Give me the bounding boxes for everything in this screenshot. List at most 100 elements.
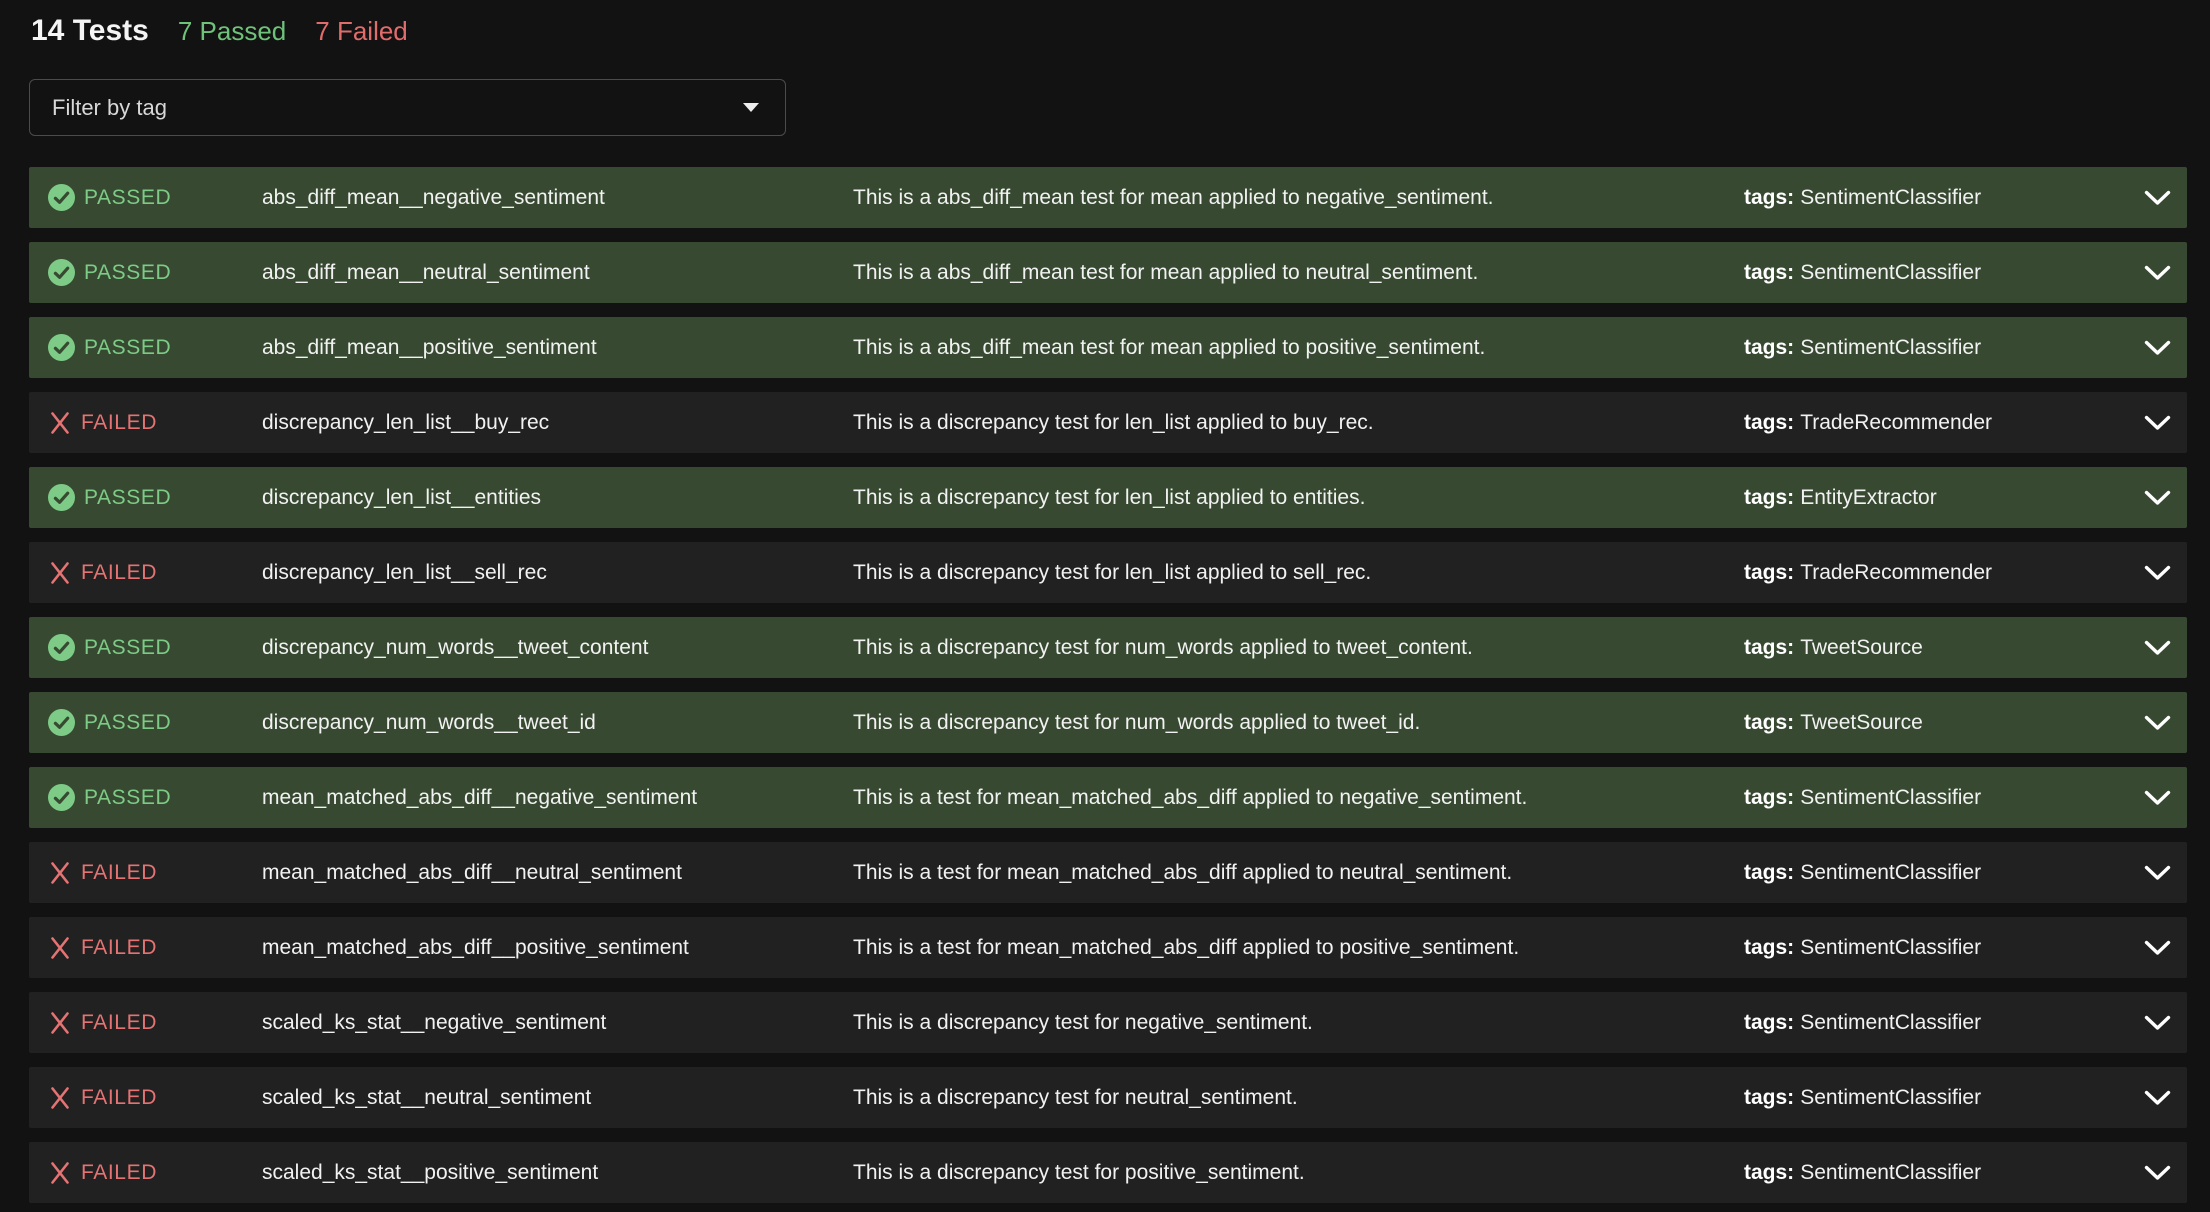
- test-status: FAILED: [48, 935, 262, 961]
- tag-value: SentimentClassifier: [1800, 336, 1981, 359]
- test-row[interactable]: PASSED abs_diff_mean__neutral_sentiment …: [29, 242, 2187, 303]
- test-row[interactable]: PASSED discrepancy_num_words__tweet_cont…: [29, 617, 2187, 678]
- tags-label: tags:: [1744, 861, 1794, 884]
- test-row[interactable]: FAILED scaled_ks_stat__neutral_sentiment…: [29, 1067, 2187, 1128]
- tags-label: tags:: [1744, 936, 1794, 959]
- test-description: This is a test for mean_matched_abs_diff…: [853, 936, 1744, 960]
- chevron-down-icon: [2144, 1090, 2171, 1106]
- test-status: PASSED: [48, 334, 262, 361]
- test-row[interactable]: FAILED scaled_ks_stat__positive_sentimen…: [29, 1142, 2187, 1203]
- test-description: This is a discrepancy test for num_words…: [853, 636, 1744, 660]
- test-status: FAILED: [48, 1160, 262, 1186]
- status-label: PASSED: [84, 261, 171, 285]
- page-title: 14 Tests: [31, 13, 149, 49]
- test-description: This is a abs_diff_mean test for mean ap…: [853, 186, 1744, 210]
- x-icon: [48, 1160, 72, 1186]
- tags-label: tags:: [1744, 261, 1794, 284]
- chevron-down-icon: [2144, 490, 2171, 506]
- test-status: PASSED: [48, 259, 262, 286]
- tags-label: tags:: [1744, 186, 1794, 209]
- expand-row-button[interactable]: [2125, 1165, 2187, 1181]
- tags-label: tags:: [1744, 636, 1794, 659]
- tag-value: SentimentClassifier: [1800, 1161, 1981, 1184]
- test-tags: tags:SentimentClassifier: [1744, 261, 2125, 285]
- test-status: PASSED: [48, 784, 262, 811]
- status-label: PASSED: [84, 636, 171, 660]
- expand-row-button[interactable]: [2125, 865, 2187, 881]
- tags-label: tags:: [1744, 411, 1794, 434]
- test-row[interactable]: FAILED discrepancy_len_list__sell_rec Th…: [29, 542, 2187, 603]
- caret-down-icon: [743, 103, 759, 112]
- status-label: FAILED: [81, 411, 157, 435]
- check-circle-icon: [48, 334, 75, 361]
- status-label: FAILED: [81, 936, 157, 960]
- test-description: This is a abs_diff_mean test for mean ap…: [853, 261, 1744, 285]
- test-name: discrepancy_len_list__sell_rec: [262, 561, 853, 585]
- test-tags: tags:TradeRecommender: [1744, 561, 2125, 585]
- expand-row-button[interactable]: [2125, 565, 2187, 581]
- test-row[interactable]: PASSED abs_diff_mean__negative_sentiment…: [29, 167, 2187, 228]
- test-tags: tags: SentimentClassifier: [1744, 336, 2125, 360]
- chevron-down-icon: [2144, 790, 2171, 806]
- test-row[interactable]: FAILED scaled_ks_stat__negative_sentimen…: [29, 992, 2187, 1053]
- expand-row-button[interactable]: [2125, 1015, 2187, 1031]
- tags-label: tags:: [1744, 561, 1794, 584]
- passed-count: 7 Passed: [178, 16, 286, 47]
- tags-label: tags:: [1744, 486, 1794, 509]
- test-status: FAILED: [48, 1010, 262, 1036]
- tags-label: tags:: [1744, 1011, 1794, 1034]
- expand-row-button[interactable]: [2125, 490, 2187, 506]
- tag-filter-select[interactable]: Filter by tag: [29, 79, 786, 136]
- test-description: This is a abs_diff_mean test for mean ap…: [853, 336, 1744, 360]
- chevron-down-icon: [2144, 640, 2171, 656]
- expand-row-button[interactable]: [2125, 790, 2187, 806]
- status-label: FAILED: [81, 861, 157, 885]
- test-tags: tags:SentimentClassifier: [1744, 186, 2125, 210]
- tags-label: tags:: [1744, 786, 1794, 809]
- test-description: This is a discrepancy test for len_list …: [853, 561, 1744, 585]
- test-description: This is a discrepancy test for negative_…: [853, 1011, 1744, 1035]
- expand-row-button[interactable]: [2125, 640, 2187, 656]
- tags-label: tags:: [1744, 711, 1794, 734]
- tags-label: tags:: [1744, 336, 1794, 359]
- test-row[interactable]: PASSED mean_matched_abs_diff__negative_s…: [29, 767, 2187, 828]
- expand-row-button[interactable]: [2125, 940, 2187, 956]
- test-tags: tags:TweetSource: [1744, 711, 2125, 735]
- tags-label: tags:: [1744, 1086, 1794, 1109]
- status-label: FAILED: [81, 1086, 157, 1110]
- test-status: PASSED: [48, 184, 262, 211]
- expand-row-button[interactable]: [2125, 340, 2187, 356]
- test-tags: tags:SentimentClassifier: [1744, 1011, 2125, 1035]
- check-circle-icon: [48, 484, 75, 511]
- test-tags: tags:SentimentClassifier: [1744, 786, 2125, 810]
- chevron-down-icon: [2144, 415, 2171, 431]
- test-row[interactable]: FAILED mean_matched_abs_diff__neutral_se…: [29, 842, 2187, 903]
- tag-value: EntityExtractor: [1800, 486, 1937, 509]
- test-description: This is a discrepancy test for len_list …: [853, 411, 1744, 435]
- chevron-down-icon: [2144, 1165, 2171, 1181]
- test-status: FAILED: [48, 1085, 262, 1111]
- test-name: mean_matched_abs_diff__positive_sentimen…: [262, 936, 853, 960]
- status-label: PASSED: [84, 786, 171, 810]
- x-icon: [48, 560, 72, 586]
- test-row[interactable]: PASSED discrepancy_len_list__entities Th…: [29, 467, 2187, 528]
- expand-row-button[interactable]: [2125, 415, 2187, 431]
- check-circle-icon: [48, 184, 75, 211]
- test-name: abs_diff_mean__positive_sentiment: [262, 336, 853, 360]
- test-name: scaled_ks_stat__positive_sentiment: [262, 1161, 853, 1185]
- test-row[interactable]: PASSED discrepancy_num_words__tweet_id T…: [29, 692, 2187, 753]
- test-status: PASSED: [48, 709, 262, 736]
- test-row[interactable]: PASSED abs_diff_mean__positive_sentiment…: [29, 317, 2187, 378]
- tag-value: SentimentClassifier: [1800, 1086, 1981, 1109]
- chevron-down-icon: [2144, 715, 2171, 731]
- expand-row-button[interactable]: [2125, 715, 2187, 731]
- test-row[interactable]: FAILED discrepancy_len_list__buy_rec Thi…: [29, 392, 2187, 453]
- expand-row-button[interactable]: [2125, 1090, 2187, 1106]
- test-description: This is a test for mean_matched_abs_diff…: [853, 861, 1744, 885]
- test-name: mean_matched_abs_diff__negative_sentimen…: [262, 786, 853, 810]
- test-name: abs_diff_mean__negative_sentiment: [262, 186, 853, 210]
- test-name: mean_matched_abs_diff__neutral_sentiment: [262, 861, 853, 885]
- expand-row-button[interactable]: [2125, 265, 2187, 281]
- expand-row-button[interactable]: [2125, 190, 2187, 206]
- test-row[interactable]: FAILED mean_matched_abs_diff__positive_s…: [29, 917, 2187, 978]
